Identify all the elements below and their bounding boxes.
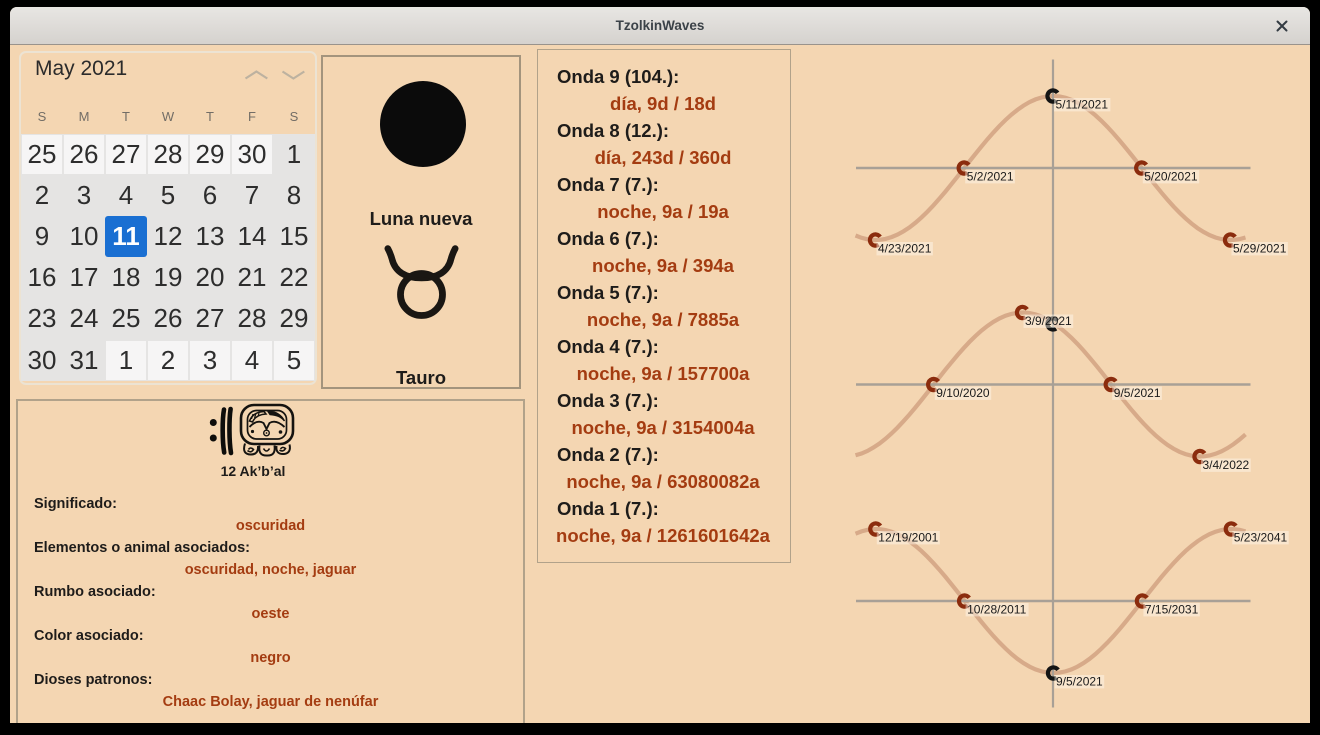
svg-text:9/5/2021: 9/5/2021 xyxy=(1114,386,1161,400)
svg-text:5/2/2021: 5/2/2021 xyxy=(967,170,1014,184)
svg-text:10/28/2011: 10/28/2011 xyxy=(967,603,1026,617)
svg-text:5/29/2021: 5/29/2021 xyxy=(1233,242,1287,256)
svg-text:12/19/2001: 12/19/2001 xyxy=(878,531,938,545)
svg-text:5/11/2021: 5/11/2021 xyxy=(1056,98,1109,112)
svg-text:3/9/2021: 3/9/2021 xyxy=(1025,314,1072,328)
svg-text:5/23/2041: 5/23/2041 xyxy=(1234,531,1288,545)
svg-text:4/23/2021: 4/23/2021 xyxy=(878,242,932,256)
svg-text:9/10/2020: 9/10/2020 xyxy=(936,386,990,400)
svg-text:7/15/2031: 7/15/2031 xyxy=(1145,603,1199,617)
svg-text:9/5/2021: 9/5/2021 xyxy=(1056,675,1103,689)
svg-text:3/4/2022: 3/4/2022 xyxy=(1203,458,1250,472)
svg-text:5/20/2021: 5/20/2021 xyxy=(1144,170,1198,184)
